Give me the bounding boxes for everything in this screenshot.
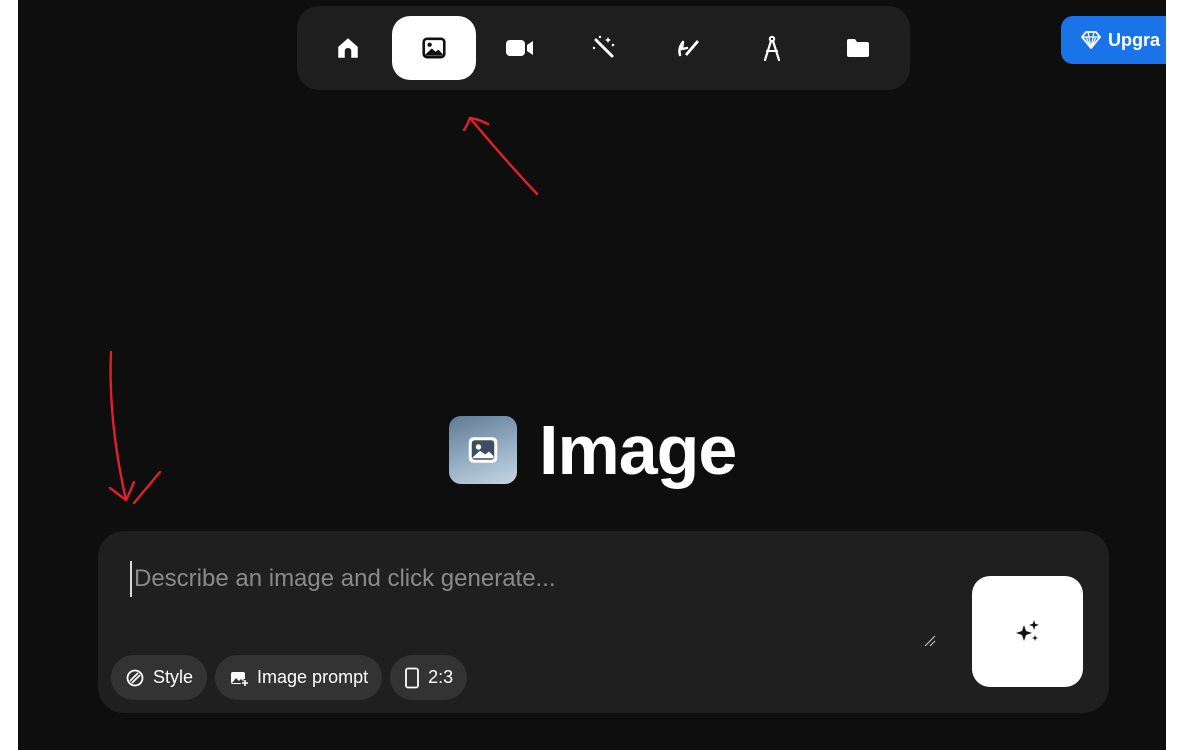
page-heading: Image [449,410,737,490]
page-title: Image [539,411,737,489]
home-icon [338,38,358,58]
style-icon [125,668,145,688]
nav-enhance-tab[interactable] [562,16,646,80]
image-icon [422,37,446,59]
upgrade-label: Upgra [1108,29,1161,50]
nav-assets-tab[interactable] [816,16,900,80]
brush-pen-icon [678,40,699,57]
folder-icon [847,39,869,57]
video-camera-icon [506,40,533,56]
magic-wand-icon [592,35,615,58]
nav-home-button[interactable] [306,16,390,80]
sparkles-icon [1015,619,1039,641]
add-image-icon [229,668,250,688]
nav-video-tab[interactable] [478,16,562,80]
image-prompt-chip[interactable]: Image prompt [215,655,383,700]
top-nav-bar [297,6,910,90]
style-chip[interactable]: Style [111,655,208,700]
prompt-options: Style Image prompt 2:3 [111,655,468,700]
nav-draw-tab[interactable] [730,16,814,80]
upgrade-button[interactable]: Upgra [1061,16,1166,64]
nav-edit-tab[interactable] [646,16,730,80]
heading-image-icon [449,416,517,484]
aspect-ratio-label: 2:3 [428,667,454,687]
image-prompt-chip-label: Image prompt [257,667,369,687]
nav-image-tab[interactable] [392,16,476,80]
portrait-frame-icon [404,667,420,689]
compass-icon [763,35,781,62]
image-icon [468,437,498,463]
aspect-ratio-chip[interactable]: 2:3 [390,655,468,700]
style-chip-label: Style [153,667,194,687]
prompt-panel: Style Image prompt [98,531,1109,713]
prompt-input[interactable] [130,561,914,597]
generate-button[interactable] [972,576,1083,687]
resize-handle-icon[interactable] [924,635,936,647]
app-canvas: Upgra Image Describe an image and click … [18,0,1166,750]
diamond-icon [1081,31,1101,49]
